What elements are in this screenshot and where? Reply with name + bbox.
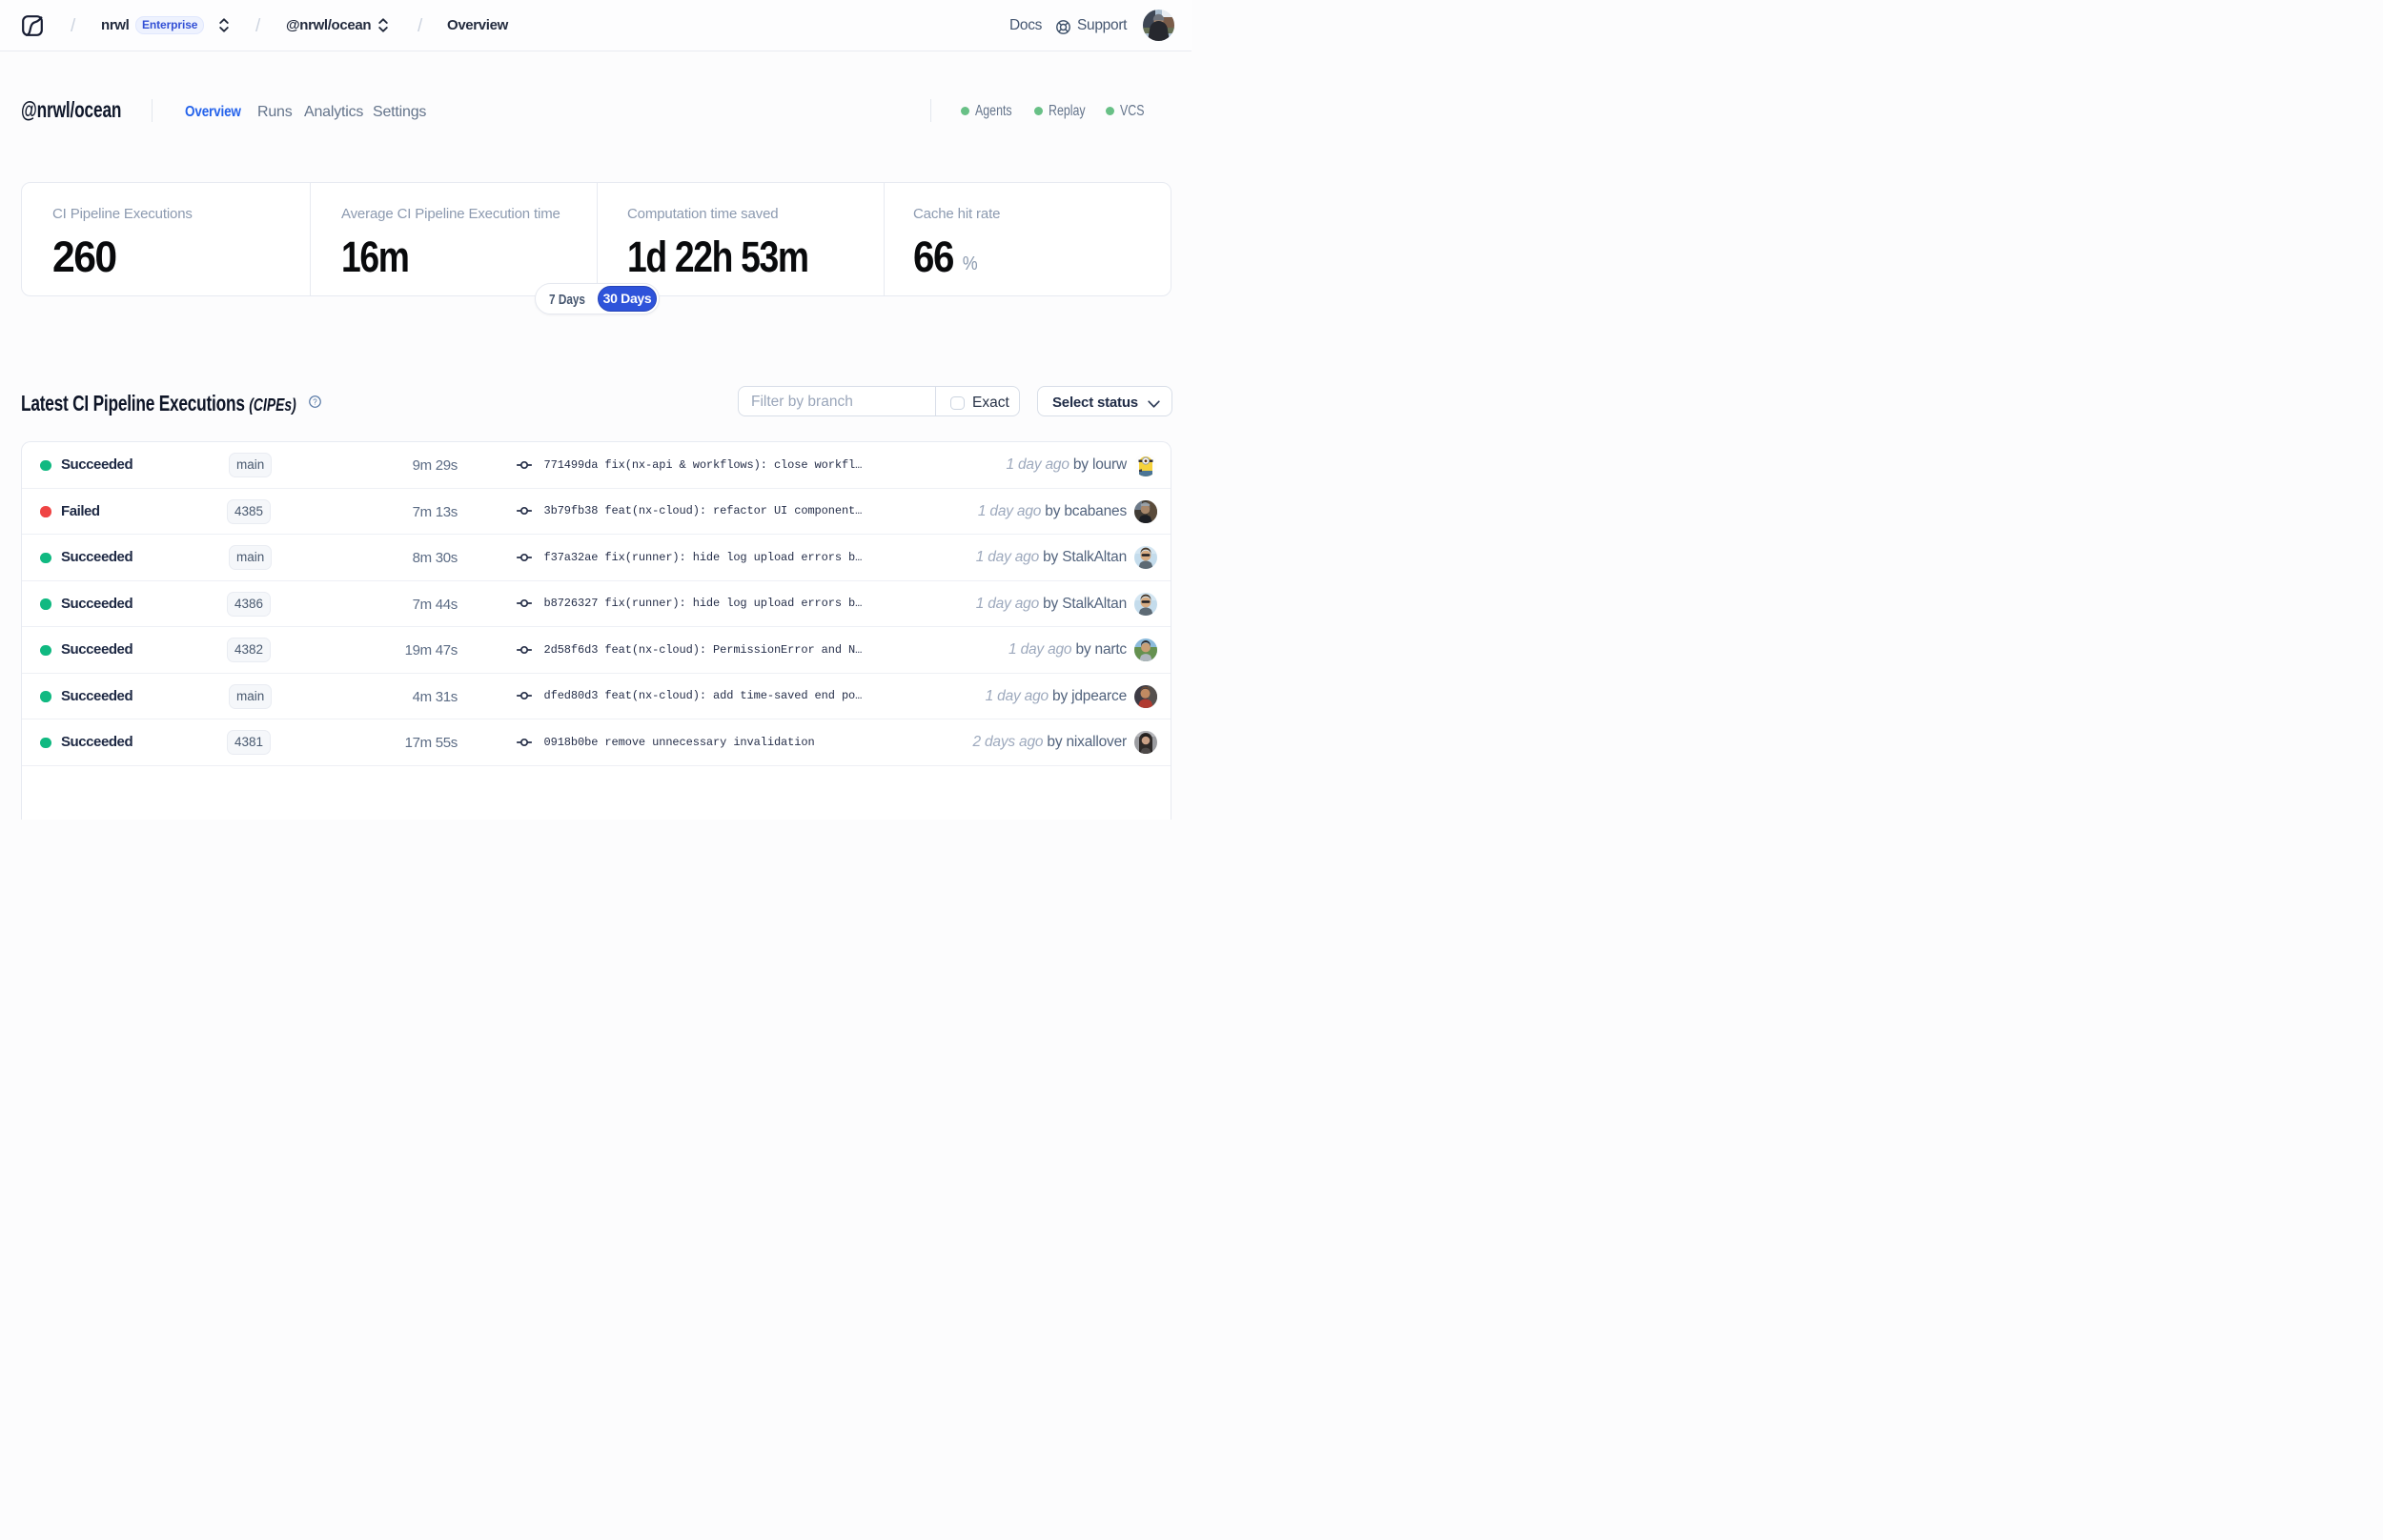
svg-text:?: ? [313,397,317,406]
